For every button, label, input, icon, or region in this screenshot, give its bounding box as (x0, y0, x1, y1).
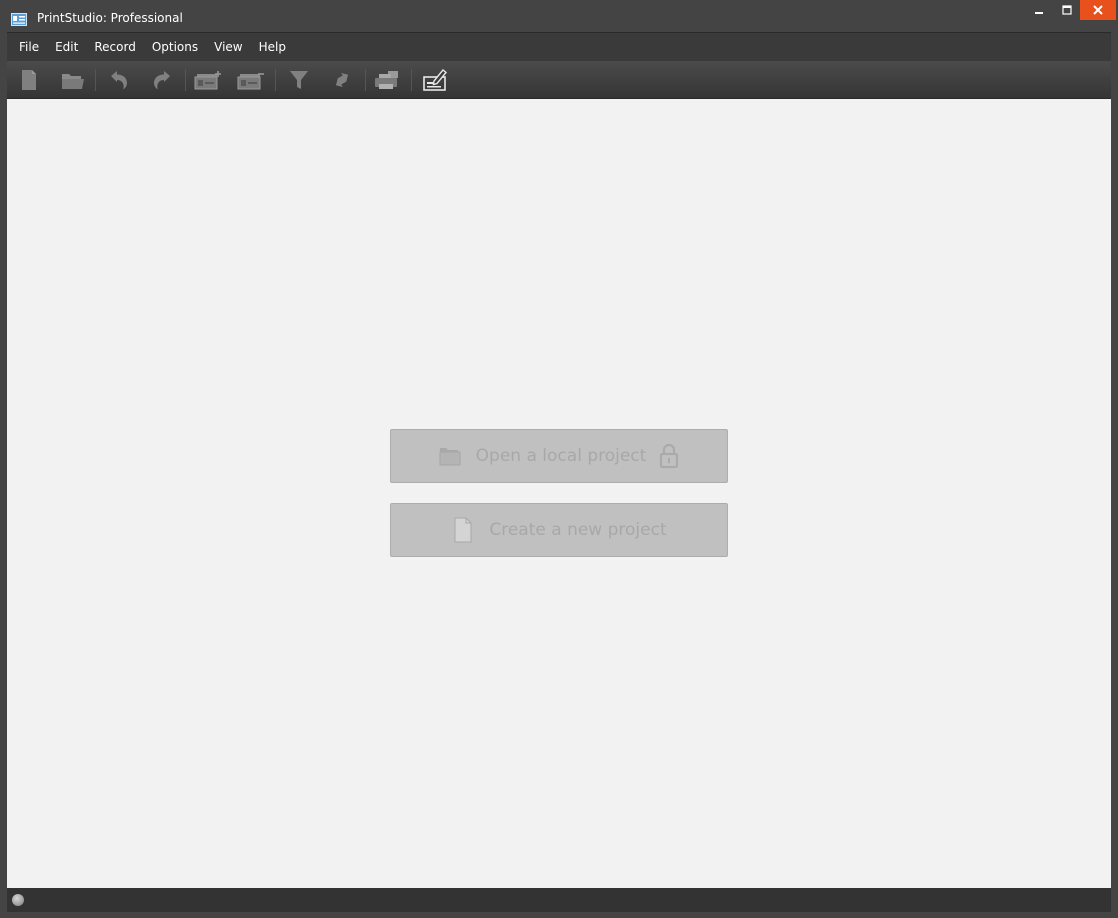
open-folder-button[interactable] (57, 66, 89, 94)
status-bar (7, 888, 1111, 912)
sync-button[interactable] (326, 66, 358, 94)
main-content: Open a local project Create a new projec… (7, 99, 1111, 888)
undo-icon (111, 71, 127, 90)
title-bar[interactable]: PrintStudio: Professional (0, 0, 1118, 32)
close-button[interactable] (1080, 0, 1116, 20)
folder-icon (438, 444, 462, 468)
toolbar-separator (411, 69, 412, 91)
open-folder-icon (62, 74, 84, 89)
menu-edit[interactable]: Edit (47, 33, 86, 62)
close-icon (1093, 5, 1103, 15)
status-indicator-icon (12, 894, 24, 906)
window-title: PrintStudio: Professional (37, 11, 183, 25)
maximize-icon (1061, 5, 1072, 15)
undo-button[interactable] (103, 66, 135, 94)
print-button[interactable] (371, 66, 403, 94)
toolbar-separator (365, 69, 366, 91)
new-document-button[interactable] (13, 66, 45, 94)
lock-icon (658, 443, 680, 469)
maximize-button[interactable] (1053, 0, 1080, 20)
toolbar (7, 61, 1111, 99)
create-new-project-button[interactable]: Create a new project (390, 503, 728, 557)
open-local-project-button[interactable]: Open a local project (390, 429, 728, 483)
menu-file[interactable]: File (7, 33, 47, 62)
menu-bar: File Edit Record Options View Help (7, 32, 1111, 61)
minimize-icon (1034, 12, 1043, 14)
sync-icon (335, 72, 349, 88)
edit-card-icon (423, 69, 447, 91)
remove-record-button[interactable] (236, 66, 268, 94)
minimize-button[interactable] (1024, 0, 1053, 20)
menu-record[interactable]: Record (86, 33, 143, 62)
app-window: PrintStudio: Professional File Edit Reco… (0, 0, 1118, 918)
redo-icon (154, 71, 170, 90)
menu-help[interactable]: Help (251, 33, 294, 62)
toolbar-separator (275, 69, 276, 91)
remove-record-icon (237, 73, 264, 90)
menu-options[interactable]: Options (144, 33, 206, 62)
new-document-icon (22, 70, 36, 90)
toolbar-separator (185, 69, 186, 91)
filter-button[interactable] (283, 66, 315, 94)
add-record-icon (194, 71, 221, 90)
open-local-project-label: Open a local project (475, 446, 647, 466)
id-card-app-icon (11, 11, 27, 26)
create-new-project-label: Create a new project (489, 520, 667, 540)
menu-view[interactable]: View (206, 33, 250, 62)
print-icon (375, 71, 398, 89)
redo-button[interactable] (146, 66, 178, 94)
document-icon (451, 517, 475, 543)
add-record-button[interactable] (193, 66, 225, 94)
filter-icon (290, 71, 308, 89)
toolbar-separator (95, 69, 96, 91)
edit-card-button[interactable] (419, 66, 451, 94)
